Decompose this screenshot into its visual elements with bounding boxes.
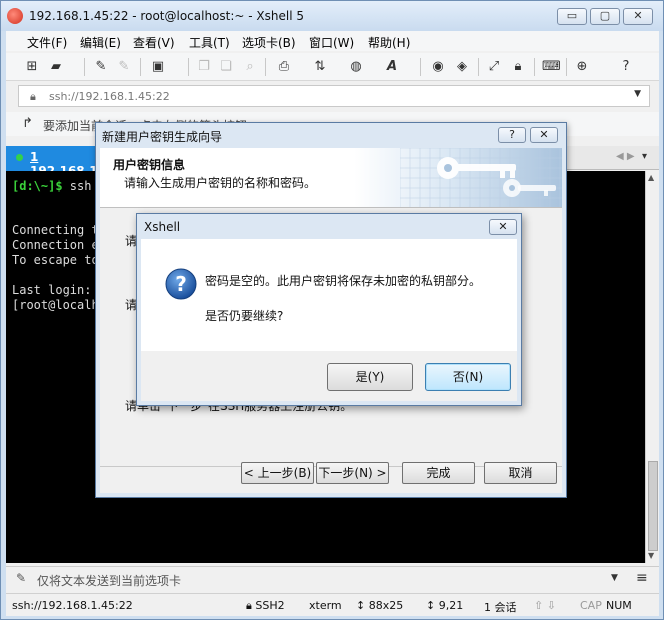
xftp-icon[interactable]: ◉ xyxy=(430,59,446,75)
xshell-app-icon xyxy=(7,8,23,24)
wizard-close-button[interactable]: ✕ xyxy=(530,127,558,143)
reconnect-icon[interactable]: ✎ xyxy=(93,59,109,75)
compose-icon[interactable]: ✎ xyxy=(16,571,26,585)
back-button[interactable]: < 上一步(B) xyxy=(241,462,314,484)
confirm-footer: 是(Y) 否(N) xyxy=(141,351,517,401)
xmanager-icon[interactable]: ◈ xyxy=(454,59,470,75)
address-input[interactable]: ssh://192.168.1.45:22 xyxy=(49,90,170,103)
open-folder-icon[interactable]: ▰ xyxy=(48,59,64,75)
status-protocol: 🔒︎ SSH2 xyxy=(246,599,285,612)
lock-icon[interactable]: 🔒︎ xyxy=(510,59,526,75)
toolbar-divider xyxy=(140,58,141,76)
terminal-line: Connecting t xyxy=(12,223,99,237)
chevron-down-icon[interactable]: ▼ xyxy=(611,573,618,583)
key-banner-icon xyxy=(400,148,562,207)
transfer-icon[interactable]: ⇅ xyxy=(312,59,328,75)
cancel-button[interactable]: 取消 xyxy=(484,462,557,484)
next-button[interactable]: 下一步(N) > xyxy=(316,462,389,484)
send-input[interactable]: 仅将文本发送到当前选项卡 xyxy=(37,572,181,589)
menu-window[interactable]: 窗口(W) xyxy=(309,34,354,51)
wizard-header: 用户密钥信息 请输入生成用户密钥的名称和密码。 xyxy=(100,148,562,208)
scroll-down-icon[interactable]: ▼ xyxy=(648,551,654,560)
scroll-up-icon[interactable]: ▲ xyxy=(648,173,654,182)
font-icon[interactable]: A xyxy=(384,59,400,75)
confirm-question: 是否仍要继续? xyxy=(205,309,284,323)
new-session-icon[interactable]: ⊞ xyxy=(24,59,40,75)
terminal-line: Connection e xyxy=(12,238,99,252)
toolbar-divider xyxy=(478,58,479,76)
toolbar-divider xyxy=(534,58,535,76)
copy-icon[interactable]: ❐ xyxy=(196,59,212,75)
status-cursor: ↕ 9,21 xyxy=(426,599,464,612)
wizard-header-subtitle: 请输入生成用户密钥的名称和密码。 xyxy=(124,176,317,190)
terminal-line: [root@localh xyxy=(12,298,99,312)
confirm-close-button[interactable]: ✕ xyxy=(489,219,517,235)
terminal-line: To escape to xyxy=(12,253,99,267)
toolbar-divider xyxy=(566,58,567,76)
send-bar: ✎ 仅将文本发送到当前选项卡 ▼ ≡ xyxy=(6,566,659,590)
lock-icon: 🔒︎ xyxy=(30,90,36,103)
wizard-header-title: 用户密钥信息 xyxy=(113,158,186,172)
question-icon: ? xyxy=(165,268,197,300)
toolbar-divider xyxy=(84,58,85,76)
status-term: xterm xyxy=(309,599,342,612)
chevron-down-icon[interactable]: ▼ xyxy=(634,89,641,99)
minimize-button[interactable]: ▭ xyxy=(557,8,587,25)
keyboard-icon[interactable]: ⌨ xyxy=(542,59,561,75)
no-button[interactable]: 否(N) xyxy=(425,363,511,391)
status-size: ↕ 88x25 xyxy=(356,599,404,612)
disconnect-icon[interactable]: ✎ xyxy=(116,59,132,75)
finish-button[interactable]: 完成 xyxy=(402,462,475,484)
status-address: ssh://192.168.1.45:22 xyxy=(12,599,133,612)
menu-view[interactable]: 查看(V) xyxy=(133,34,175,51)
window-title: 192.168.1.45:22 - root@localhost:~ - Xsh… xyxy=(29,9,304,23)
terminal-scrollbar[interactable]: ▲ ▼ xyxy=(645,171,659,563)
scroll-thumb[interactable] xyxy=(648,461,658,551)
connected-status-icon xyxy=(16,154,23,161)
confirm-dialog: Xshell ✕ ? 密码是空的。此用户密钥将保存未加密的私钥部分。 是否仍要继… xyxy=(136,213,522,406)
help-icon[interactable]: ? xyxy=(618,59,634,75)
upload-icon: ⇧ ⇩ xyxy=(534,599,556,612)
menu-bar: 文件(F) 编辑(E) 查看(V) 工具(T) 选项卡(B) 窗口(W) 帮助(… xyxy=(6,31,659,51)
confirm-body: ? 密码是空的。此用户密钥将保存未加密的私钥部分。 是否仍要继续? xyxy=(141,239,517,351)
menu-tools[interactable]: 工具(T) xyxy=(189,34,230,51)
status-bar: ssh://192.168.1.45:22 🔒︎ SSH2 xterm ↕ 88… xyxy=(6,593,659,616)
menu-edit[interactable]: 编辑(E) xyxy=(80,34,121,51)
maximize-button[interactable]: ▢ xyxy=(590,8,620,25)
status-num: NUM xyxy=(606,599,632,612)
fullscreen-icon[interactable]: ⤢ xyxy=(486,59,502,75)
toolbar-divider xyxy=(265,58,266,76)
confirm-message: 密码是空的。此用户密钥将保存未加密的私钥部分。 xyxy=(205,274,482,288)
new-tab-icon[interactable]: ⊕ xyxy=(574,59,590,75)
properties-icon[interactable]: ▣ xyxy=(150,59,166,75)
tab-session-1[interactable]: 1 192.168.1 xyxy=(6,146,102,178)
status-caps: CAP xyxy=(580,599,602,612)
address-bar[interactable]: 🔒︎ ssh://192.168.1.45:22 ▼ xyxy=(18,85,650,107)
wizard-help-button[interactable]: ? xyxy=(498,127,526,143)
arrow-icon[interactable]: ↱ xyxy=(22,116,33,131)
menu-icon[interactable]: ≡ xyxy=(636,570,648,586)
status-sessions: 1 会话 xyxy=(484,601,517,614)
paste-icon[interactable]: ❏ xyxy=(218,59,234,75)
toolbar-divider xyxy=(420,58,421,76)
menu-file[interactable]: 文件(F) xyxy=(27,34,67,51)
toolbar-divider xyxy=(188,58,189,76)
print-icon[interactable]: ⎙ xyxy=(276,59,292,75)
close-window-button[interactable]: ✕ xyxy=(623,8,653,25)
menu-tabs[interactable]: 选项卡(B) xyxy=(242,34,296,51)
title-bar: 192.168.1.45:22 - root@localhost:~ - Xsh… xyxy=(1,1,663,31)
globe-icon[interactable]: ◍ xyxy=(348,59,364,75)
confirm-title: Xshell xyxy=(144,220,181,234)
terminal-line: Last login: xyxy=(12,283,92,297)
menu-help[interactable]: 帮助(H) xyxy=(368,34,410,51)
wizard-title: 新建用户密钥生成向导 xyxy=(102,130,223,144)
tab-prev-icon[interactable]: ◀ ▶ xyxy=(616,151,635,162)
yes-button[interactable]: 是(Y) xyxy=(327,363,413,391)
terminal-prompt-line: [d:\~]$ ssh xyxy=(12,179,92,193)
svg-text:?: ? xyxy=(175,272,187,296)
find-icon[interactable]: ⌕ xyxy=(242,59,258,75)
tab-menu-icon[interactable]: ▾ xyxy=(642,151,647,162)
toolbar: ⊞ ▰ ✎ ✎ ▣ ❐ ❏ ⌕ ⎙ ⇅ ◍ A ◉ ◈ ⤢ 🔒︎ ⌨ ⊕ ? xyxy=(6,53,659,81)
